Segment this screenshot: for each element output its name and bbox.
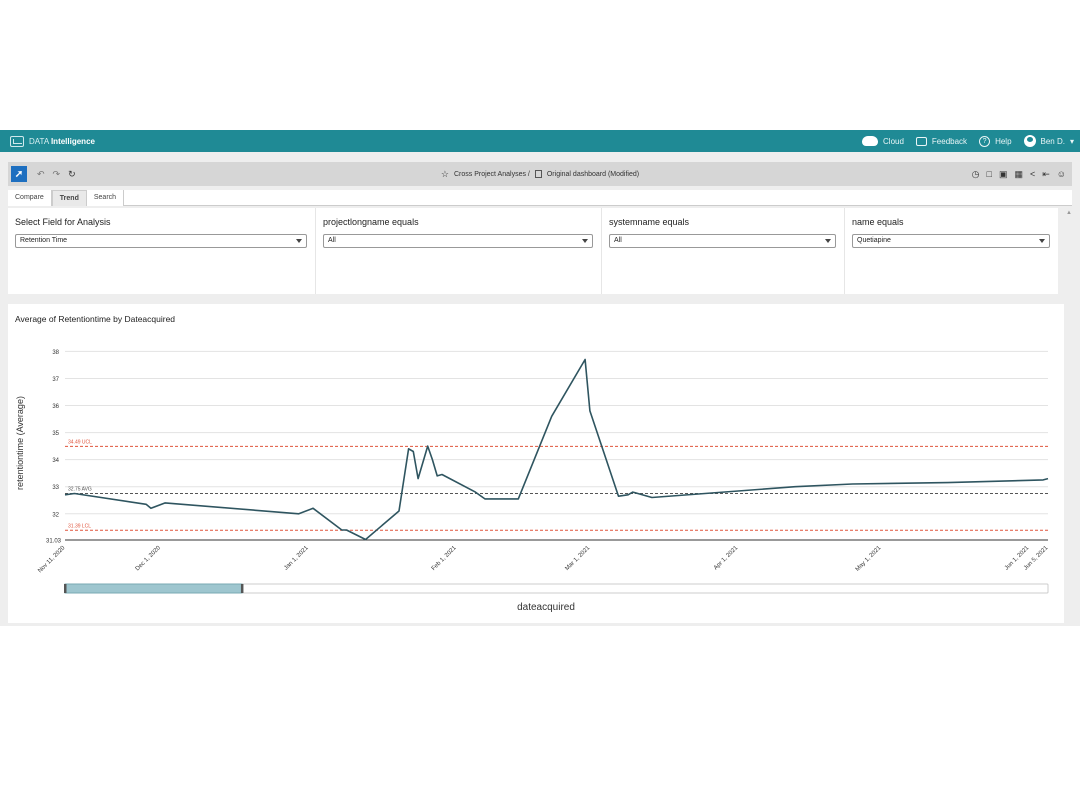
caret-down-icon <box>582 239 588 243</box>
x-tick-label: Apr 1, 2021 <box>713 545 740 572</box>
y-tick-label: 37 <box>52 377 59 383</box>
fit-width-icon[interactable]: ⇤ <box>1042 169 1050 180</box>
x-tick-label: Feb 1, 2021 <box>431 545 458 572</box>
y-axis-title: retentiontime (Average) <box>15 396 25 490</box>
y-tick-label: 32 <box>52 512 59 518</box>
x-tick-label: Jan 1, 2021 <box>283 545 310 572</box>
app-logo-icon[interactable]: ➚ <box>11 166 27 182</box>
feedback-icon <box>915 136 927 146</box>
select-value: All <box>614 237 622 244</box>
breadcrumb-project[interactable]: Cross Project Analyses / <box>454 171 530 178</box>
tab-compare[interactable]: Compare <box>8 190 52 206</box>
filter-label: name equals <box>852 217 904 227</box>
reference-line-label: 34.49 UCL <box>68 439 92 445</box>
dashboard-toolbar: ➚ ↶ ↷ ↻ ☆ Cross Project Analyses / Origi… <box>8 162 1072 186</box>
save-icon[interactable]: ▦ <box>1014 169 1023 180</box>
range-slider-handle[interactable] <box>240 584 244 593</box>
brand-name: Intelligence <box>50 136 95 146</box>
x-tick-label: May 1, 2021 <box>855 545 883 573</box>
select-value: Quetiapine <box>857 237 891 244</box>
brand-logo-icon <box>10 135 24 147</box>
tab-search[interactable]: Search <box>87 190 125 206</box>
caret-down-icon <box>296 239 302 243</box>
caret-down-icon <box>1039 239 1045 243</box>
chart-panel: Average of Retentiontime by Dateacquired… <box>8 304 1064 623</box>
chevron-down-icon: ▾ <box>1069 136 1074 146</box>
feedback-label: Feedback <box>931 136 968 146</box>
cloud-link[interactable]: Cloud <box>862 136 904 146</box>
share-icon[interactable]: < <box>1030 169 1035 179</box>
filter-label: projectlongname equals <box>323 217 419 227</box>
series-line <box>64 358 1049 541</box>
user-settings-icon[interactable]: ☺ <box>1057 169 1066 179</box>
redo-icon[interactable]: ↷ <box>53 169 61 180</box>
user-menu[interactable]: Ben D. ▾ <box>1023 135 1074 147</box>
y-tick-label: 33 <box>52 485 59 491</box>
trend-chart: 32 33 34 35 36 37 38 31.03 retentiontime (Averag… <box>15 350 1050 594</box>
tab-strip <box>8 190 1072 206</box>
history-icon[interactable]: ◷ <box>972 169 980 180</box>
reference-line-label: 32.75 AVG <box>68 486 92 492</box>
breadcrumb-dashboard[interactable]: Original dashboard (Modified) <box>547 171 639 178</box>
range-slider-handle[interactable] <box>64 584 67 593</box>
toolbar-actions: ◷ □ ▣ ▦ < ⇤ ☺ <box>972 162 1066 186</box>
x-tick-label: Dec 1, 2020 <box>135 545 163 573</box>
panel-scroll-icon[interactable]: ▲ <box>1066 210 1072 216</box>
brand[interactable]: DATA Intelligence <box>10 135 95 147</box>
x-tick-label: Nov 11, 2020 <box>37 545 67 575</box>
cloud-label: Cloud <box>883 136 904 146</box>
user-label: Ben D. <box>1040 136 1065 146</box>
y-tick-label: 34 <box>52 458 59 464</box>
user-avatar-icon <box>1023 135 1036 147</box>
filter-panel: Select Field for Analysis Retention Time… <box>8 208 1058 294</box>
filter-name: name equals Quetiapine <box>845 208 1058 294</box>
app-window: DATA Intelligence Cloud Feedback ? Help … <box>0 130 1080 626</box>
range-slider-selection[interactable] <box>64 583 243 594</box>
filter-field: Select Field for Analysis Retention Time <box>8 208 316 294</box>
help-icon: ? <box>979 135 991 147</box>
filter-label: Select Field for Analysis <box>15 217 111 227</box>
star-icon[interactable]: ☆ <box>441 169 449 180</box>
field-select[interactable]: Retention Time <box>15 234 307 248</box>
systemname-select[interactable]: All <box>609 234 836 248</box>
dashboard-breadcrumb: ☆ Cross Project Analyses / Original dash… <box>8 162 1072 186</box>
bookmark-icon <box>534 170 542 178</box>
undo-icon[interactable]: ↶ <box>37 169 45 180</box>
top-right-menu: Cloud Feedback ? Help Ben D. ▾ <box>862 130 1074 152</box>
brand-text: DATA Intelligence <box>29 137 95 146</box>
tab-trend[interactable]: Trend <box>51 190 87 206</box>
select-value: All <box>328 237 336 244</box>
help-label: Help <box>995 136 1012 146</box>
x-tick-label: Mar 1, 2021 <box>564 545 591 572</box>
name-select[interactable]: Quetiapine <box>852 234 1050 248</box>
help-link[interactable]: ? Help <box>979 135 1012 147</box>
filter-label: systemname equals <box>609 217 690 227</box>
tab-bar: Compare Trend Search <box>8 190 125 206</box>
refresh-icon[interactable]: ↻ <box>68 169 76 180</box>
filter-systemname: systemname equals All <box>602 208 845 294</box>
reference-line-label: 31.39 LCL <box>68 523 91 529</box>
y-tick-label: 36 <box>52 404 59 410</box>
projectlongname-select[interactable]: All <box>323 234 593 248</box>
x-axis-title: dateacquired <box>517 602 575 613</box>
history-controls: ↶ ↷ ↻ <box>37 169 76 180</box>
feedback-link[interactable]: Feedback <box>915 136 968 146</box>
filter-projectlongname: projectlongname equals All <box>316 208 602 294</box>
select-value: Retention Time <box>20 237 68 244</box>
y-tick-label: 35 <box>52 431 59 437</box>
export-icon[interactable]: ▣ <box>999 169 1008 180</box>
brand-prefix: DATA <box>29 136 49 146</box>
top-bar: DATA Intelligence Cloud Feedback ? Help … <box>0 130 1080 152</box>
y-tick-label: 38 <box>52 350 59 356</box>
caret-down-icon <box>825 239 831 243</box>
cloud-icon <box>862 136 879 146</box>
bookmark-add-icon[interactable]: □ <box>987 169 992 179</box>
y-min-label: 31.03 <box>46 539 62 545</box>
